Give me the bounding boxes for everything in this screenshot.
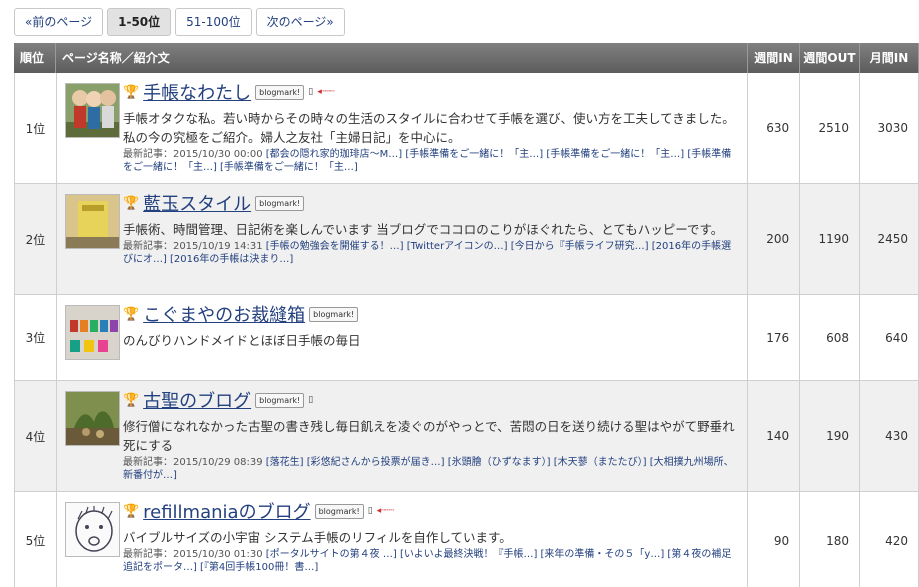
next-range-button[interactable]: 51-100位: [175, 8, 252, 36]
weekly-in-cell: 630: [748, 73, 801, 183]
trophy-icon: 🏆: [122, 392, 140, 408]
table-row: 3位 🏆 こぐまやのお裁縫箱 blogmark! のんびりハンドメイドとほぼ日手…: [14, 295, 919, 381]
weekly-out-cell: 180: [800, 492, 861, 587]
latest-label: 最新記事：2015/10/19 14:31: [122, 241, 263, 252]
prev-page-button[interactable]: «前のページ: [14, 8, 104, 36]
latest-articles: 最新記事：2015/10/30 00:00 [都会の隠れ家的珈琲店～M…] [手…: [123, 148, 739, 174]
weekly-in-cell: 176: [748, 295, 801, 380]
rank-cell: 2位: [15, 184, 57, 294]
blogmark-button[interactable]: blogmark!: [255, 392, 305, 408]
blog-title-link[interactable]: 古聖のブログ: [143, 387, 251, 413]
pagination: «前のページ 1-50位 51-100位 次のページ»: [14, 8, 345, 36]
monthly-in-cell: 430: [860, 381, 919, 491]
monthly-in-cell: 2450: [860, 184, 919, 294]
blog-description: 手帳オタクな私。若い時からその時々の生活のスタイルに合わせて手帳を選び、使い方を…: [122, 111, 735, 145]
blogmark-button[interactable]: blogmark!: [309, 306, 359, 322]
latest-articles: 最新記事：2015/10/30 01:30 [ポータルサイトの第４夜 …] [い…: [123, 548, 739, 574]
monthly-in-cell: 3030: [860, 73, 919, 183]
weekly-in-cell: 200: [748, 184, 801, 294]
rank-cell: 4位: [15, 381, 57, 491]
blogmark-button[interactable]: blogmark!: [255, 84, 305, 100]
table-row: 5位 🏆 refillmaniaのブログ blogmark! ▯ ◂┄┄┄ バイ…: [14, 492, 919, 587]
header-weekly-in: 週間IN: [748, 43, 800, 73]
blog-description: バイブルサイズの小宇宙 システム手帳のリフィルを自作しています。: [122, 530, 512, 545]
table-row: 4位 🏆 古聖のブログ blogmark! ▯ 修行僧になれなかった古聖の書き残…: [14, 381, 919, 492]
weekly-in-cell: 140: [748, 381, 801, 491]
dolls-thumbnail-image: [65, 84, 119, 137]
mobile-icon: ▯: [308, 87, 314, 97]
ping-icon: ◂┄┄┄: [317, 87, 335, 97]
table-header: 順位 ページ名称／紹介文 週間IN 週間OUT 月間IN: [14, 43, 919, 73]
blog-thumbnail[interactable]: [64, 194, 120, 249]
weekly-in-cell: 90: [748, 492, 801, 587]
next-page-button[interactable]: 次のページ»: [255, 8, 345, 36]
plant-thumbnail-image: [65, 392, 119, 445]
weekly-out-cell: 2510: [800, 73, 861, 183]
blogmark-button[interactable]: blogmark!: [255, 195, 305, 211]
header-page: ページ名称／紹介文: [56, 43, 748, 73]
table-row: 1位 🏆 手帳なわたし blogmark! ▯ ◂┄┄┄ 手帳オタクな私。若い時…: [14, 73, 919, 184]
trophy-icon: 🏆: [122, 84, 140, 100]
current-range-button[interactable]: 1-50位: [107, 8, 172, 36]
blog-thumbnail[interactable]: [64, 391, 120, 446]
blog-thumbnail[interactable]: [64, 83, 120, 138]
table-row: 2位 🏆 藍玉スタイル blogmark! 手帳術、時間管理、日記術を楽しんでい…: [14, 184, 919, 295]
page-cell: 🏆 藍玉スタイル blogmark! 手帳術、時間管理、日記術を楽しんでいます …: [57, 184, 749, 294]
ping-icon: ◂┄┄┄: [376, 506, 395, 516]
blog-title-link[interactable]: こぐまやのお裁縫箱: [143, 301, 305, 327]
monthly-in-cell: 420: [860, 492, 919, 587]
monthly-in-cell: 640: [860, 295, 919, 380]
blog-title-link[interactable]: refillmaniaのブログ: [143, 498, 310, 524]
face-sketch-thumbnail-image: [65, 503, 119, 556]
mobile-icon: ▯: [367, 506, 373, 516]
blog-description: 手帳術、時間管理、日記術を楽しんでいます 当ブログでココロのこりがほぐれたら、と…: [122, 222, 724, 237]
blog-title-link[interactable]: 手帳なわたし: [143, 79, 251, 105]
weekly-out-cell: 608: [800, 295, 861, 380]
trophy-icon: 🏆: [122, 195, 140, 211]
blog-description: のんびりハンドメイドとほぼ日手帳の毎日: [122, 333, 361, 348]
rank-cell: 5位: [15, 492, 57, 587]
weekly-out-cell: 1190: [800, 184, 861, 294]
ranking-table: 順位 ページ名称／紹介文 週間IN 週間OUT 月間IN 1位 🏆 手帳なわたし…: [14, 43, 919, 587]
trophy-icon: 🏆: [122, 503, 140, 519]
latest-label: 最新記事：2015/10/30 00:00: [122, 149, 263, 160]
latest-label: 最新記事：2015/10/30 01:30: [122, 549, 263, 560]
rank-cell: 3位: [15, 295, 57, 380]
header-weekly-out: 週間OUT: [800, 43, 860, 73]
header-rank: 順位: [14, 43, 56, 73]
rank-cell: 1位: [15, 73, 57, 183]
blog-description: 修行僧になれなかった古聖の書き残し毎日飢えを凌ぐのがやっとで、苦悶の日を送り続け…: [122, 419, 735, 453]
latest-label: 最新記事：2015/10/29 08:39: [122, 457, 263, 468]
latest-articles: 最新記事：2015/10/29 08:39 [落花生] [彩悠紀さんから投票が届…: [123, 456, 739, 482]
blog-thumbnail[interactable]: [64, 502, 120, 557]
notebook-thumbnail-image: [65, 195, 119, 248]
header-monthly-in: 月間IN: [860, 43, 919, 73]
weekly-out-cell: 190: [800, 381, 861, 491]
blogmark-button[interactable]: blogmark!: [314, 503, 364, 519]
page-cell: 🏆 こぐまやのお裁縫箱 blogmark! のんびりハンドメイドとほぼ日手帳の毎…: [57, 295, 749, 380]
latest-articles: 最新記事：2015/10/19 14:31 [手帳の勉強会を開催する！…] [T…: [123, 240, 739, 266]
blog-thumbnail[interactable]: [64, 305, 120, 360]
page-cell: 🏆 手帳なわたし blogmark! ▯ ◂┄┄┄ 手帳オタクな私。若い時からそ…: [57, 73, 749, 183]
blog-title-link[interactable]: 藍玉スタイル: [143, 190, 251, 216]
fabric-thumbnail-image: [65, 306, 119, 359]
page-cell: 🏆 refillmaniaのブログ blogmark! ▯ ◂┄┄┄ バイブルサ…: [57, 492, 749, 587]
mobile-icon: ▯: [308, 395, 314, 405]
page-cell: 🏆 古聖のブログ blogmark! ▯ 修行僧になれなかった古聖の書き残し毎日…: [57, 381, 749, 491]
trophy-icon: 🏆: [122, 306, 140, 322]
